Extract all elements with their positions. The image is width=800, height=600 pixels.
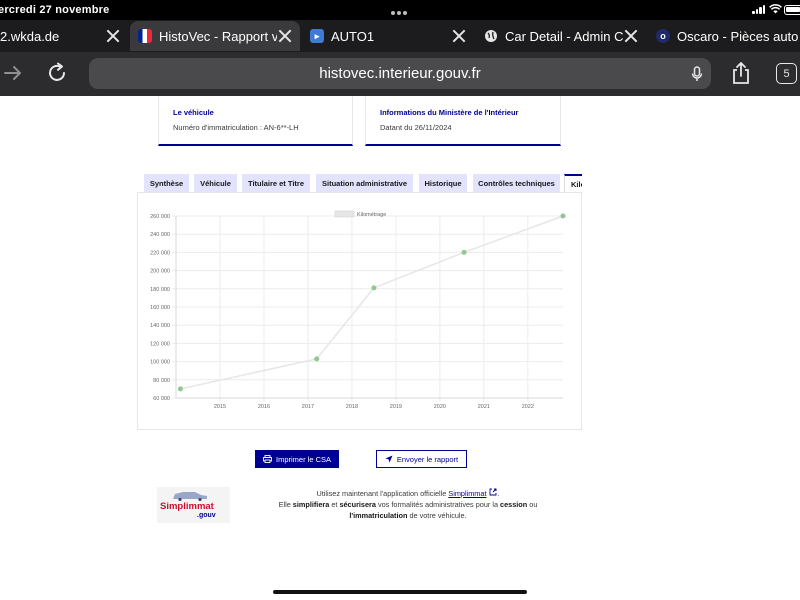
- browser-tab-bar: 2.wkda.de HistoVec - Rapport véhicule ▸ …: [0, 20, 800, 52]
- y-tick-label: 200 000: [150, 269, 170, 275]
- oscaro-icon: o: [656, 29, 670, 43]
- tab-title: Oscaro - Pièces auto: [677, 28, 799, 44]
- data-point: [314, 356, 320, 362]
- print-csa-label: Imprimer le CSA: [275, 454, 331, 464]
- tab-historique[interactable]: Historique: [419, 174, 467, 192]
- y-tick-label: 160 000: [150, 305, 170, 311]
- car-icon: [173, 492, 207, 501]
- promo-text: vos formalités administratives pour la: [375, 500, 501, 509]
- data-point: [461, 249, 467, 255]
- tab-situation[interactable]: Situation administrative: [316, 174, 413, 192]
- promo-line1: Utilisez maintenant l'application offici…: [316, 489, 449, 498]
- promo-text: et: [329, 500, 340, 509]
- promo-line1-suffix: .: [497, 489, 500, 498]
- x-tick-label: 2022: [522, 404, 534, 410]
- card-title: Informations du Ministère de l'Intérieur: [380, 108, 519, 117]
- y-tick-label: 240 000: [150, 232, 170, 238]
- x-tick-label: 2016: [258, 404, 270, 410]
- cellular-signal-icon: [752, 5, 766, 14]
- close-tab-icon[interactable]: [452, 29, 466, 43]
- tab-title: Car Detail - Admin Center: [505, 28, 623, 44]
- mileage-chart: 60 000 80 000 100 000 120 000 140 000 160 000…: [137, 192, 582, 430]
- logo-main-text: Simplimmat: [160, 501, 214, 512]
- y-tick-label: 140 000: [150, 323, 170, 329]
- x-tick-label: 2017: [302, 404, 314, 410]
- address-bar-url: histovec.interieur.gouv.fr: [319, 65, 481, 82]
- y-tick-label: 60 000: [153, 396, 170, 402]
- promo-text: ou: [527, 500, 538, 509]
- share-icon[interactable]: [731, 61, 751, 85]
- browser-toolbar: histovec.interieur.gouv.fr 5: [0, 52, 800, 96]
- browser-tab-admin[interactable]: Car Detail - Admin Center: [476, 21, 646, 51]
- simplimmat-logo[interactable]: Simplimmat .gouv: [157, 487, 230, 523]
- data-point: [560, 213, 566, 219]
- y-tick-label: 180 000: [150, 287, 170, 293]
- promo-text: Elle: [278, 500, 293, 509]
- globe-icon: [484, 29, 498, 43]
- promo-emphasis: simplifiera: [292, 500, 330, 509]
- y-tick-label: 120 000: [150, 341, 170, 347]
- status-date: ercredi 27 novembre: [0, 4, 110, 16]
- send-report-button[interactable]: Envoyer le rapport: [376, 450, 467, 468]
- close-tab-icon[interactable]: [624, 29, 638, 43]
- promo-emphasis: sécurisera: [339, 500, 376, 509]
- home-indicator: [273, 590, 527, 594]
- browser-tab-oscaro[interactable]: o Oscaro - Pièces auto: [648, 21, 800, 51]
- reload-icon[interactable]: [46, 62, 68, 84]
- y-tick-label: 220 000: [150, 250, 170, 256]
- auto1-icon: ▸: [310, 29, 324, 43]
- print-csa-button[interactable]: Imprimer le CSA: [255, 450, 339, 468]
- send-report-label: Envoyer le rapport: [396, 454, 459, 464]
- close-tab-icon[interactable]: [106, 29, 120, 43]
- card-value: Numéro d'immatriculation : AN-6**-LH: [173, 123, 299, 132]
- ministry-info-card: Informations du Ministère de l'Intérieur…: [365, 96, 561, 146]
- mileage-chart-svg: 60 000 80 000 100 000 120 000 140 000 160 000…: [150, 210, 566, 410]
- simplimmat-link[interactable]: Simplimmat: [448, 489, 486, 498]
- close-tab-icon[interactable]: [278, 29, 292, 43]
- forward-arrow-icon[interactable]: [3, 64, 23, 82]
- tab-title: HistoVec - Rapport véhicule: [159, 28, 277, 44]
- simplimmat-promo-text: Utilisez maintenant l'application offici…: [258, 488, 558, 521]
- tab-controles[interactable]: Contrôles techniques: [473, 174, 560, 192]
- french-flag-icon: [138, 29, 152, 43]
- data-point: [177, 386, 183, 392]
- wifi-icon: [769, 4, 782, 14]
- data-point: [371, 285, 377, 291]
- legend-label: Kilométrage: [357, 212, 386, 218]
- microphone-icon[interactable]: [691, 66, 703, 82]
- y-tick-label: 100 000: [150, 360, 170, 366]
- promo-emphasis: l'immatriculation: [349, 511, 408, 520]
- x-tick-label: 2019: [390, 404, 402, 410]
- x-tick-label: 2021: [478, 404, 490, 410]
- promo-emphasis: cession: [500, 500, 528, 509]
- promo-text: de votre véhicule.: [407, 511, 467, 520]
- tab-synthese[interactable]: Synthèse: [144, 174, 189, 192]
- status-bar: ercredi 27 novembre: [0, 0, 800, 20]
- series-line: [180, 215, 564, 390]
- vehicle-card: Le véhicule Numéro d'immatriculation : A…: [158, 96, 353, 146]
- legend-swatch: [334, 210, 355, 218]
- web-page: Le véhicule Numéro d'immatriculation : A…: [0, 96, 800, 600]
- card-title: Le véhicule: [173, 108, 214, 117]
- y-tick-label: 260 000: [150, 214, 170, 220]
- multitasking-dots-icon[interactable]: [391, 6, 409, 18]
- browser-tab-histovec[interactable]: HistoVec - Rapport véhicule: [130, 21, 300, 51]
- browser-tab-wkda[interactable]: 2.wkda.de: [0, 21, 128, 51]
- browser-tab-auto1[interactable]: ▸ AUTO1: [302, 21, 474, 51]
- y-tick-label: 80 000: [153, 378, 170, 384]
- tab-kilometrage[interactable]: Kilométrage: [564, 174, 582, 192]
- x-tick-label: 2020: [434, 404, 446, 410]
- battery-icon: [784, 5, 800, 15]
- printer-icon: [263, 455, 272, 463]
- logo-sub-text: .gouv: [197, 512, 216, 519]
- send-icon: [385, 455, 393, 463]
- tab-count-button[interactable]: 5: [776, 63, 797, 84]
- tab-titulaire[interactable]: Titulaire et Titre: [242, 174, 310, 192]
- tab-count: 5: [783, 67, 790, 80]
- x-tick-label: 2015: [214, 404, 226, 410]
- tab-vehicule[interactable]: Véhicule: [194, 174, 237, 192]
- card-value: Datant du 26/11/2024: [380, 123, 452, 132]
- x-tick-label: 2018: [346, 404, 358, 410]
- address-bar[interactable]: histovec.interieur.gouv.fr: [89, 58, 711, 89]
